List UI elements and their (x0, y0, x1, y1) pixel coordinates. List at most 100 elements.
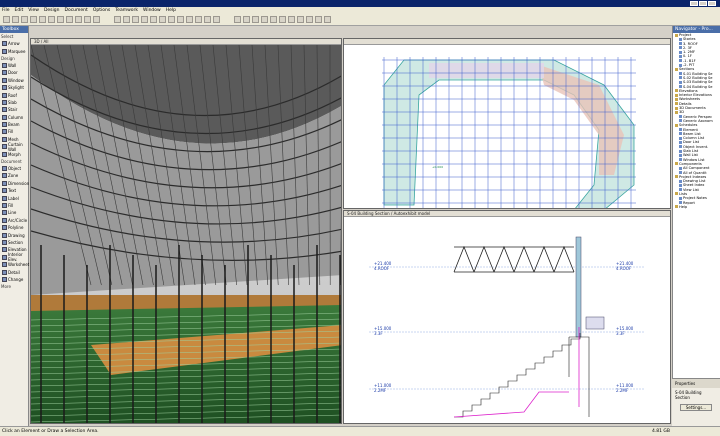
tool-column[interactable]: Column (0, 114, 28, 121)
tool-window[interactable]: Window (0, 77, 28, 84)
toolbar-button[interactable] (177, 16, 184, 23)
menu-edit[interactable]: Edit (15, 7, 24, 14)
tool-slab[interactable]: Slab (0, 99, 28, 106)
toolbar-button[interactable] (75, 16, 82, 23)
level-left-3-name: 2.2MF (374, 388, 387, 393)
tool-beam[interactable]: Beam (0, 121, 28, 128)
toolbar-button[interactable] (3, 16, 10, 23)
view-icon (679, 179, 682, 183)
maximize-button[interactable] (699, 1, 707, 6)
tool-label: Fill (8, 203, 14, 208)
toolbar-button[interactable] (234, 16, 241, 23)
toolbar-button[interactable] (123, 16, 130, 23)
menu-teamwork[interactable]: Teamwork (115, 7, 138, 14)
close-button[interactable] (708, 1, 716, 6)
toolbar-button[interactable] (132, 16, 139, 23)
tool-stair[interactable]: Stair (0, 106, 28, 113)
settings-button[interactable]: Settings... (680, 404, 712, 411)
tool-interior-elev-[interactable]: Interior Elev. (0, 252, 28, 262)
tool-wall[interactable]: Wall (0, 62, 28, 69)
toolbar-button[interactable] (159, 16, 166, 23)
menu-help[interactable]: Help (166, 7, 176, 14)
tool-curtain-wall[interactable]: Curtain Wall (0, 142, 28, 152)
menu-window[interactable]: Window (143, 7, 161, 14)
tool-change[interactable]: Change (0, 276, 28, 283)
toolbar-button[interactable] (30, 16, 37, 23)
tool-line[interactable]: Line (0, 209, 28, 216)
tool-door[interactable]: Door (0, 69, 28, 76)
menu-options[interactable]: Options (93, 7, 110, 14)
tool-section[interactable]: Section (0, 239, 28, 246)
tool-dimension[interactable]: Dimension (0, 180, 29, 187)
toolbar-button[interactable] (213, 16, 220, 23)
toolbar-button[interactable] (204, 16, 211, 23)
toolbar-button[interactable] (21, 16, 28, 23)
tool-object[interactable]: Object (0, 165, 28, 172)
toolbar-button[interactable] (150, 16, 157, 23)
toolbar-button[interactable] (186, 16, 193, 23)
toolbar-button[interactable] (306, 16, 313, 23)
status-memory: 4.81 GB (651, 429, 670, 434)
toolbar-button[interactable] (84, 16, 91, 23)
menu-design[interactable]: Design (44, 7, 60, 14)
tool-detail[interactable]: Detail (0, 268, 28, 275)
toolbar-button[interactable] (315, 16, 322, 23)
tool-skylight[interactable]: Skylight (0, 84, 28, 91)
menu-document[interactable]: Document (64, 7, 87, 14)
toolbar-button[interactable] (270, 16, 277, 23)
3d-window[interactable]: 3D / All (30, 38, 342, 424)
navigator-tree[interactable]: Project Stories 3. ROOF 2. 3F 1. 2MF 0. 1F -1.… (673, 33, 720, 209)
toolbar-button[interactable] (48, 16, 55, 23)
tool-icon (2, 203, 7, 208)
tool-icon (2, 99, 7, 105)
menu-file[interactable]: File (2, 7, 10, 14)
tool-icon (2, 70, 7, 76)
tool-fill[interactable]: Fill (0, 202, 28, 209)
toolbar-button[interactable] (243, 16, 250, 23)
tool-label: Label (8, 195, 19, 201)
toolbar-button[interactable] (12, 16, 19, 23)
view-icon (679, 201, 682, 205)
toolbar-button[interactable] (195, 16, 202, 23)
tool-icon (2, 225, 7, 231)
toolbar-button[interactable] (279, 16, 286, 23)
tool-text[interactable]: Text (0, 187, 28, 194)
tool-roof[interactable]: Roof (0, 91, 28, 98)
tool-fill[interactable]: Fill (0, 128, 28, 135)
section-window[interactable]: S-04 Building Section / Autoexhibit mode… (343, 210, 671, 424)
tool-zone[interactable]: Zone (0, 172, 28, 179)
tool-label[interactable]: Label (0, 194, 28, 201)
tool-icon (2, 188, 7, 194)
tool-polyline[interactable]: Polyline (0, 224, 28, 231)
toolbar-button[interactable] (66, 16, 73, 23)
folder-icon (675, 205, 678, 209)
toolbar-button[interactable] (288, 16, 295, 23)
view-icon (679, 166, 682, 170)
toolbar-button[interactable] (324, 16, 331, 23)
view-icon (679, 188, 682, 192)
toolbar-button[interactable] (114, 16, 121, 23)
toolbar-button[interactable] (261, 16, 268, 23)
toolbox-group-label: More (1, 284, 11, 290)
minimize-button[interactable] (690, 1, 698, 6)
floor-plan-view[interactable]: +0.000 (344, 45, 671, 209)
floor-plan-window[interactable]: +0.000 (343, 38, 671, 209)
tool-label: Slab (8, 99, 17, 105)
tool-icon (2, 173, 7, 179)
tool-drawing[interactable]: Drawing (0, 231, 28, 238)
toolbar-button[interactable] (141, 16, 148, 23)
3d-model-view[interactable] (31, 45, 342, 424)
tool-worksheet[interactable]: Worksheet (0, 261, 29, 268)
status-hint: Click an Element or Draw a Selection Are… (2, 429, 99, 434)
toolbar-button[interactable] (39, 16, 46, 23)
menu-view[interactable]: View (28, 7, 39, 14)
toolbar-button[interactable] (297, 16, 304, 23)
navigator-item[interactable]: Help (673, 205, 720, 209)
toolbar-button[interactable] (252, 16, 259, 23)
toolbar-button[interactable] (57, 16, 64, 23)
toolbar-button[interactable] (168, 16, 175, 23)
tool-marquee[interactable]: Marquee (0, 47, 28, 54)
tool-arrow[interactable]: Arrow (0, 40, 28, 47)
tool-arc-circle[interactable]: Arc/Circle (0, 217, 28, 224)
toolbar-button[interactable] (93, 16, 100, 23)
